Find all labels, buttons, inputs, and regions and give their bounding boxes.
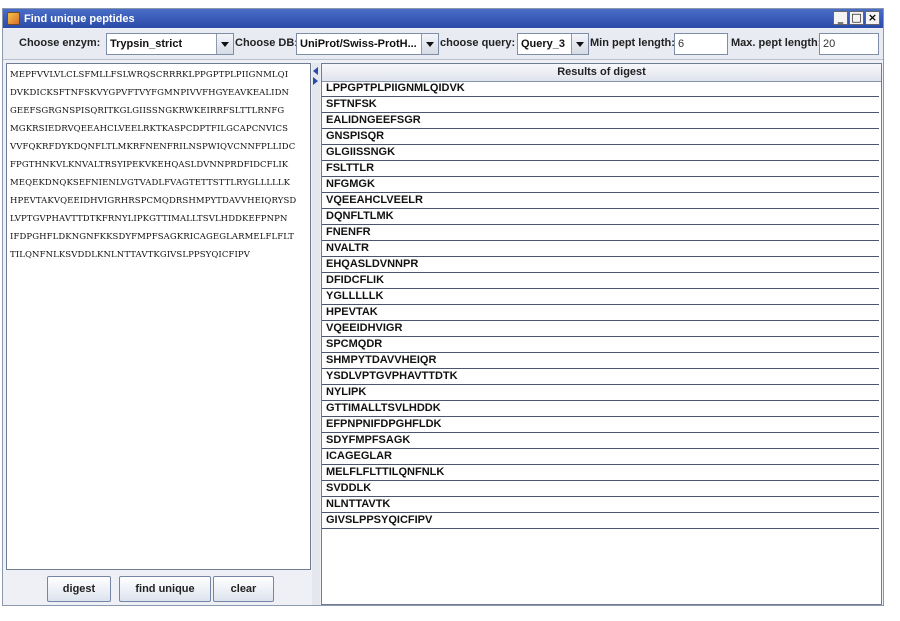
app-window: Find unique peptides _ □ × Choose enzym:… — [2, 8, 884, 606]
window-title: Find unique peptides — [24, 12, 135, 25]
java-app-icon — [7, 12, 20, 25]
sequence-line: GEEFSGRGNSPISQRITKGLGIISSNGKRWKEIRRFSLTT… — [10, 106, 285, 116]
table-row[interactable]: NFGMGK — [322, 177, 879, 193]
table-row[interactable]: SDYFMPFSAGK — [322, 433, 879, 449]
db-label: Choose DB: — [235, 37, 298, 49]
table-row[interactable]: GNSPISQR — [322, 129, 879, 145]
db-select[interactable]: UniProt/Swiss-ProtH... — [296, 33, 439, 55]
sequence-line: FPGTHNKVLKNVALTRSYIPEKVKEHQASLDVNNPRDFID… — [10, 160, 289, 170]
table-row[interactable]: EALIDNGEEFSGR — [322, 113, 879, 129]
table-row[interactable]: VQEEAHCLVEELR — [322, 193, 879, 209]
chevron-down-icon[interactable] — [571, 34, 588, 54]
table-row[interactable]: GTTIMALLTSVLHDDK — [322, 401, 879, 417]
table-row[interactable]: MELFLFLTTILQNFNLK — [322, 465, 879, 481]
table-row[interactable]: NLNTTAVTK — [322, 497, 879, 513]
chevron-down-icon[interactable] — [216, 34, 233, 54]
table-row[interactable]: YGLLLLLK — [322, 289, 879, 305]
enzyme-select[interactable]: Trypsin_strict — [106, 33, 234, 55]
table-row[interactable]: GLGIISSNGK — [322, 145, 879, 161]
query-select[interactable]: Query_3 — [517, 33, 589, 55]
action-button-bar: digest find unique clear — [6, 571, 311, 605]
table-row[interactable]: EHQASLDVNNPR — [322, 257, 879, 273]
chevron-down-icon[interactable] — [421, 34, 438, 54]
min-length-input[interactable]: 6 — [674, 33, 728, 55]
table-row[interactable]: YSDLVPTGVPHAVTTDTK — [322, 369, 879, 385]
sequence-line: HPEVTAKVQEEIDHVIGRHRSPCMQDRSHMPYTDAVVHEI… — [10, 196, 297, 206]
find-unique-button[interactable]: find unique — [119, 576, 211, 602]
table-row[interactable]: NYLIPK — [322, 385, 879, 401]
enzyme-label: Choose enzym: — [19, 37, 101, 49]
digest-button[interactable]: digest — [47, 576, 111, 602]
table-row[interactable]: NVALTR — [322, 241, 879, 257]
query-label: choose query: — [440, 37, 516, 49]
table-row[interactable]: SHMPYTDAVVHEIQR — [322, 353, 879, 369]
table-row[interactable]: ICAGEGLAR — [322, 449, 879, 465]
table-row[interactable]: VQEEIDHVIGR — [322, 321, 879, 337]
table-row[interactable]: SPCMQDR — [322, 337, 879, 353]
enzyme-select-value: Trypsin_strict — [110, 38, 183, 50]
query-select-value: Query_3 — [521, 38, 566, 50]
results-column-header[interactable]: Results of digest — [322, 64, 881, 82]
sequence-textarea[interactable]: MEPFVVLVLCLSFMLLFSLWRQSCRRRKLPPGPTPLPIIG… — [6, 63, 311, 570]
sequence-line: VVFQKRFDYKDQNFLTLMKRFNENFRILNSPWIQVCNNFP… — [10, 142, 296, 152]
table-row[interactable]: LPPGPTPLPIIGNMLQIDVK — [322, 81, 879, 97]
table-row[interactable]: GIVSLPPSYQICFIPV — [322, 513, 879, 529]
db-select-value: UniProt/Swiss-ProtH... — [300, 38, 417, 50]
table-row[interactable]: DQNFLTLMK — [322, 209, 879, 225]
table-row[interactable]: DFIDCFLIK — [322, 273, 879, 289]
table-row[interactable]: EFPNPNIFDPGHFLDK — [322, 417, 879, 433]
table-row[interactable]: HPEVTAK — [322, 305, 879, 321]
sequence-line: MEPFVVLVLCLSFMLLFSLWRQSCRRRKLPPGPTPLPIIG… — [10, 70, 289, 80]
options-toolbar: Choose enzym: Trypsin_strict Choose DB: … — [3, 29, 883, 60]
maximize-button[interactable]: □ — [849, 11, 864, 25]
table-row[interactable]: FSLTTLR — [322, 161, 879, 177]
table-row[interactable]: SFTNFSK — [322, 97, 879, 113]
max-length-value: 20 — [823, 38, 836, 50]
split-pane-divider[interactable] — [312, 63, 320, 605]
sequence-line: DVKDICKSFTNFSKVYGPVFTVYFGMNPIVVFHGYEAVKE… — [10, 88, 290, 98]
sequence-line: TILQNFNLKSVDDLKNLNTTAVTKGIVSLPPSYQICFIPV — [10, 250, 250, 260]
max-length-input[interactable]: 20 — [819, 33, 879, 55]
sequence-line: LVPTGVPHAVTTDTKFRNYLIPKGTTIMALLTSVLHDDKE… — [10, 214, 288, 224]
window-controls: _ □ × — [833, 11, 880, 25]
table-row[interactable]: SVDDLK — [322, 481, 879, 497]
title-bar[interactable]: Find unique peptides _ □ × — [3, 9, 883, 28]
sequence-line: MGKRSIEDRVQEEAHCLVEELRKTKASPCDPTFILGCAPC… — [10, 124, 289, 134]
max-length-label: Max. pept length: — [731, 37, 822, 49]
sequence-line: MEQEKDNQKSEFNIENLVGTVADLFVAGTETTSTTLRYGL… — [10, 178, 291, 188]
results-rows: LPPGPTPLPIIGNMLQIDVK SFTNFSK EALIDNGEEFSGR… — [322, 81, 881, 529]
results-table: Results of digest LPPGPTPLPIIGNMLQIDVK SF… — [321, 63, 882, 605]
min-length-value: 6 — [678, 38, 685, 50]
min-length-label: Min pept length: — [590, 37, 675, 49]
clear-button[interactable]: clear — [213, 576, 274, 602]
close-button[interactable]: × — [865, 11, 880, 25]
minimize-button[interactable]: _ — [833, 11, 848, 25]
table-row[interactable]: FNENFR — [322, 225, 879, 241]
collapse-right-icon[interactable] — [313, 77, 318, 85]
collapse-left-icon[interactable] — [313, 67, 318, 75]
sequence-line: IFDPGHFLDKNGNFKKSDYFMPFSAGKRICAGEGLARMEL… — [10, 232, 295, 242]
